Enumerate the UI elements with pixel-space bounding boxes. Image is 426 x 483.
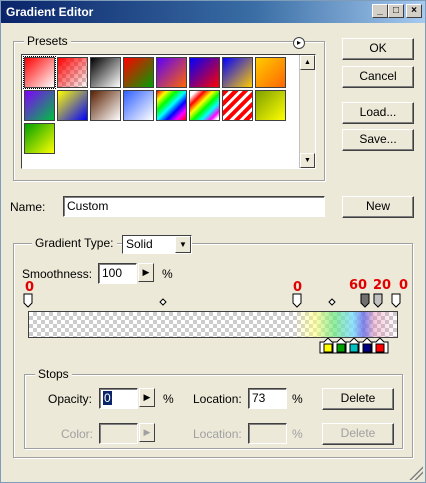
- location-percent: %: [292, 392, 303, 406]
- delete-opacity-stop-button[interactable]: Delete: [322, 388, 394, 410]
- name-label: Name:: [10, 200, 46, 214]
- preset-swatch[interactable]: [156, 90, 187, 121]
- preset-swatch[interactable]: [156, 57, 187, 88]
- minimize-button[interactable]: _: [372, 4, 388, 18]
- preset-swatch[interactable]: [57, 90, 88, 121]
- preset-swatch[interactable]: [255, 90, 286, 121]
- maximize-button[interactable]: □: [388, 4, 404, 18]
- opacity-arrow-icon[interactable]: ▶: [139, 388, 155, 407]
- smoothness-input[interactable]: 100: [98, 263, 137, 284]
- color-stop-5[interactable]: [371, 338, 389, 354]
- color-arrow-icon[interactable]: ▶: [139, 423, 155, 442]
- opacity-midpoint-2[interactable]: [328, 298, 336, 306]
- opacity-value: 0: [103, 391, 112, 405]
- smoothness-arrow-icon[interactable]: ▶: [138, 263, 154, 282]
- presets-list[interactable]: ▲ ▼: [21, 54, 316, 169]
- preset-swatch[interactable]: [222, 90, 253, 121]
- gradient-type-value: Solid: [126, 237, 153, 251]
- opacity-stop-3[interactable]: [360, 293, 370, 308]
- opacity-input[interactable]: 0: [99, 388, 138, 409]
- color-label: Color:: [61, 427, 94, 441]
- close-button[interactable]: ×: [406, 4, 422, 18]
- preset-swatch[interactable]: [222, 57, 253, 88]
- preset-swatch[interactable]: [189, 57, 220, 88]
- gradient-type-select[interactable]: Solid ▼: [122, 235, 192, 254]
- color-swatch-field[interactable]: [99, 423, 138, 444]
- gradient-preview-bar[interactable]: [28, 311, 398, 338]
- opacity-midpoint-1[interactable]: [159, 298, 167, 306]
- title-bar[interactable]: Gradient Editor _ □ ×: [1, 1, 425, 23]
- scroll-down-icon[interactable]: ▼: [300, 153, 315, 168]
- chevron-down-icon[interactable]: ▼: [175, 236, 191, 253]
- delete-color-stop-button[interactable]: Delete: [322, 423, 394, 445]
- opacity-stop-5[interactable]: [391, 293, 401, 308]
- opacity-stops: [23, 293, 401, 308]
- presets-scrollbar[interactable]: ▲ ▼: [299, 55, 315, 168]
- preset-swatch[interactable]: [123, 57, 154, 88]
- gradient-type-label: Gradient Type:: [32, 236, 117, 250]
- preset-swatch[interactable]: [57, 57, 88, 88]
- name-input[interactable]: Custom: [63, 196, 325, 217]
- presets-menu-icon[interactable]: ▸: [293, 37, 305, 49]
- preset-swatch[interactable]: [123, 90, 154, 121]
- location-input[interactable]: 73: [248, 388, 287, 409]
- gradient-editor-window: Gradient Editor _ □ × Presets ▸ ▲ ▼ OK C…: [0, 0, 426, 483]
- presets-label: Presets: [24, 34, 71, 48]
- resize-grip-icon[interactable]: [409, 466, 423, 480]
- window-title: Gradient Editor: [6, 5, 94, 19]
- preset-swatch[interactable]: [189, 90, 220, 121]
- preset-swatch[interactable]: [90, 90, 121, 121]
- preset-swatch[interactable]: [23, 56, 56, 89]
- smoothness-percent: %: [162, 267, 173, 281]
- preset-swatch[interactable]: [255, 57, 286, 88]
- load-button[interactable]: Load...: [342, 102, 414, 124]
- scroll-up-icon[interactable]: ▲: [300, 55, 315, 70]
- cancel-button[interactable]: Cancel: [342, 66, 414, 88]
- stops-label: Stops: [35, 367, 72, 381]
- opacity-label: Opacity:: [48, 392, 93, 406]
- color-stops: [319, 338, 389, 354]
- location-label: Location:: [193, 392, 242, 406]
- opacity-percent: %: [163, 392, 174, 406]
- opacity-stop-4[interactable]: [373, 293, 383, 308]
- opacity-stop-2[interactable]: [292, 293, 302, 308]
- save-button[interactable]: Save...: [342, 129, 414, 151]
- preset-swatch[interactable]: [24, 90, 55, 121]
- new-button[interactable]: New: [342, 196, 414, 218]
- opacity-stop-1[interactable]: [23, 293, 33, 308]
- color-location-input[interactable]: [248, 423, 287, 444]
- ok-button[interactable]: OK: [342, 38, 414, 60]
- preset-swatch[interactable]: [90, 57, 121, 88]
- color-location-percent: %: [292, 427, 303, 441]
- color-location-label: Location:: [193, 427, 242, 441]
- preset-swatch[interactable]: [24, 123, 55, 154]
